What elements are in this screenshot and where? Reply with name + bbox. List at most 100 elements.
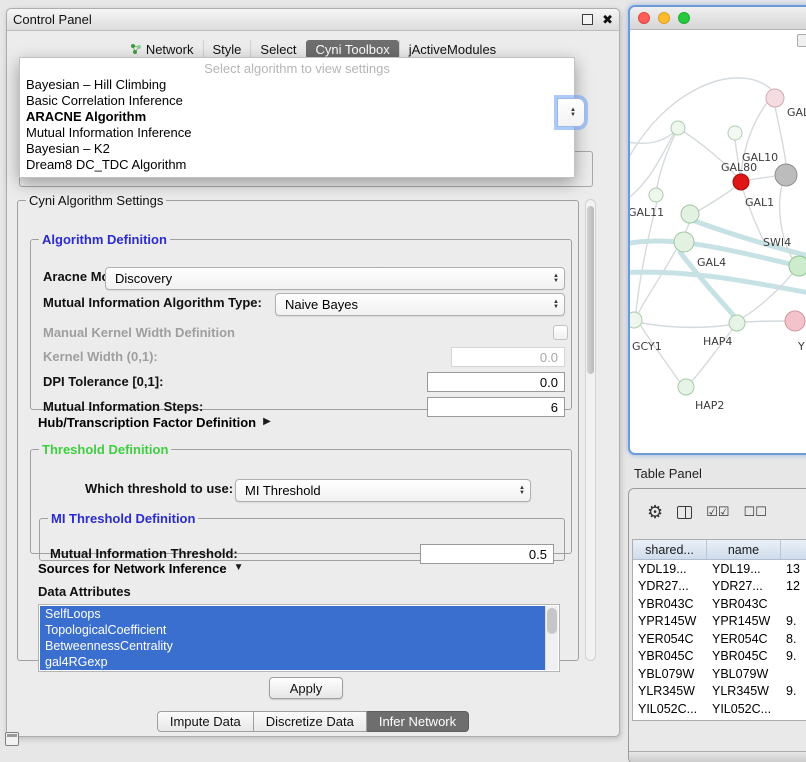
attribute-topologicalcoefficient[interactable]: TopologicalCoefficient [40,622,545,638]
network-node[interactable] [681,205,699,223]
threshold-definition-group: Threshold Definition Which threshold to … [30,442,572,554]
network-node[interactable] [729,315,745,331]
combo-arrows-icon: ▲▼ [570,108,576,118]
network-node[interactable] [674,232,694,252]
column-header-name[interactable]: name [707,540,781,559]
panel-dock-icon[interactable] [5,732,19,746]
desktop: Control Panel ✖ NetworkStyleSelectCyni T… [0,0,806,762]
which-threshold-value: MI Threshold [245,483,515,498]
table-cell: YDR27... [707,579,781,593]
bottom-tab-impute-data[interactable]: Impute Data [157,711,254,732]
manual-kernel-checkbox[interactable] [553,325,568,340]
aracne-mode-select[interactable]: Discovery ▲▼ [105,267,565,290]
mi-steps-input[interactable]: 6 [427,397,565,417]
network-node[interactable] [649,188,663,202]
algorithm-option-bayesian-hill-climbing[interactable]: Bayesian – Hill Climbing [20,77,574,93]
table-row[interactable]: YBL079WYBL079W [633,665,806,683]
network-scroll-button[interactable] [797,34,806,47]
minimize-traffic-light[interactable] [658,12,670,24]
table-row[interactable]: YBR043CYBR043C [633,595,806,613]
aracne-mode-value: Discovery [115,271,549,286]
table-cell: YPR145W [633,614,707,628]
tab-style[interactable]: Style [203,40,251,59]
table-row[interactable]: YPR145WYPR145W9. [633,613,806,631]
node-gray[interactable] [775,164,797,186]
network-canvas[interactable]: GAL80GAL10GALGAL11GAL1SWI4GAL4GCY1HAP4YH… [630,30,806,453]
network-node[interactable] [728,126,742,140]
node-pink-right[interactable] [785,311,805,331]
tab-jactivemodules[interactable]: jActiveModules [399,40,505,59]
table-row[interactable]: YDL19...YDL19...13 [633,560,806,578]
scrollbar-thumb[interactable] [547,608,557,634]
zoom-traffic-light[interactable] [678,12,690,24]
control-panel-title: Control Panel [13,12,92,27]
column-header-col2[interactable] [781,540,806,559]
kernel-width-value: 0.0 [540,350,558,365]
attribute-betweennesscentrality[interactable]: BetweennessCentrality [40,638,545,654]
column-header-shared[interactable]: shared... [633,540,707,559]
attributes-scrollbar[interactable] [545,606,558,670]
mi-algorithm-type-select[interactable]: Naive Bayes ▲▼ [275,293,565,316]
bottom-tab-infer-network[interactable]: Infer Network [367,711,469,732]
sources-toggle[interactable]: Sources for Network Inference ▼ [38,560,243,576]
apply-button[interactable]: Apply [269,677,343,699]
algorithm-select-combo-fragment[interactable]: ▲▼ [557,98,585,127]
hub-definition-toggle[interactable]: Hub/Transcription Factor Definition ▶ [38,414,271,430]
node-red-selected[interactable] [733,174,749,190]
close-traffic-light[interactable] [638,12,650,24]
table-row[interactable]: YLR345WYLR345W9. [633,683,806,701]
dpi-tolerance-input[interactable]: 0.0 [427,372,565,392]
kernel-width-label: Kernel Width (0,1): [43,347,158,367]
table-cell: 12 [781,579,806,593]
algorithm-dropdown-popup: Select algorithm to view settings Bayesi… [19,57,575,178]
bottom-tab-discretize-data[interactable]: Discretize Data [254,711,367,732]
node-label-gal1: GAL1 [745,196,774,209]
mi-threshold-definition-title: MI Threshold Definition [48,511,198,526]
cyni-bottom-tabs: Impute DataDiscretize DataInfer Network [7,711,619,732]
algorithm-definition-group: Algorithm Definition Aracne Mode: Discov… [30,232,572,410]
table-row[interactable]: YBR045CYBR045C9. [633,648,806,666]
which-threshold-select[interactable]: MI Threshold ▲▼ [235,479,531,502]
table-row[interactable]: YER054CYER054C8. [633,630,806,648]
data-attributes-list[interactable]: SelfLoopsTopologicalCoefficientBetweenne… [38,604,560,672]
node-label-gcy1: GCY1 [632,340,662,353]
network-node[interactable] [671,121,685,135]
table-panel-title: Table Panel [634,466,702,481]
attribute-selfloops[interactable]: SelfLoops [40,606,545,622]
settings-vertical-scrollbar[interactable] [585,199,596,661]
kernel-width-input[interactable]: 0.0 [451,347,565,367]
tab-network[interactable]: Network [121,40,203,59]
close-icon[interactable]: ✖ [602,14,613,26]
algorithm-option-bayesian-k2[interactable]: Bayesian – K2 [20,141,574,157]
tab-cyni-toolbox[interactable]: Cyni Toolbox [306,40,399,59]
window-buttons: ✖ [582,14,613,26]
float-window-icon[interactable] [582,14,593,25]
algorithm-option-dream8-dc-tdc-algorithm[interactable]: Dream8 DC_TDC Algorithm [20,157,574,173]
gear-icon[interactable]: ⚙ [647,502,663,523]
table-cell: YDR27... [633,579,707,593]
tab-select[interactable]: Select [250,40,305,59]
table-row[interactable]: YIL052C...YIL052C... [633,700,806,718]
node-pink-top[interactable] [766,89,784,107]
table-row[interactable]: YDR27...YDR27...12 [633,578,806,596]
scrollbar-thumb[interactable] [587,206,594,374]
checked-boxes-icon[interactable]: ☑☑ [706,504,729,520]
combo-arrows-icon: ▲▼ [553,274,559,284]
algorithm-option-aracne-algorithm[interactable]: ARACNE Algorithm [20,109,574,125]
unchecked-boxes-icon[interactable]: ☐☐ [743,504,766,520]
algorithm-option-mutual-information-inference[interactable]: Mutual Information Inference [20,125,574,141]
algorithm-option-basic-correlation-inference[interactable]: Basic Correlation Inference [20,93,574,109]
attribute-gal4rgexp[interactable]: gal4RGexp [40,654,545,670]
table-cell: YBR045C [633,649,707,663]
network-node[interactable] [630,312,642,328]
mi-algorithm-type-label: Mutual Information Algorithm Type: [43,293,262,313]
which-threshold-label: Which threshold to use: [85,479,233,499]
network-node[interactable] [678,379,694,395]
expand-right-icon: ▶ [263,414,271,430]
network-node[interactable] [789,256,806,276]
network-window-titlebar[interactable] [630,7,806,30]
node-label-gal10: GAL10 [742,151,778,164]
dpi-tolerance-value: 0.0 [540,375,558,390]
mi-threshold-input[interactable]: 0.5 [420,544,554,564]
columns-icon[interactable] [677,506,692,519]
